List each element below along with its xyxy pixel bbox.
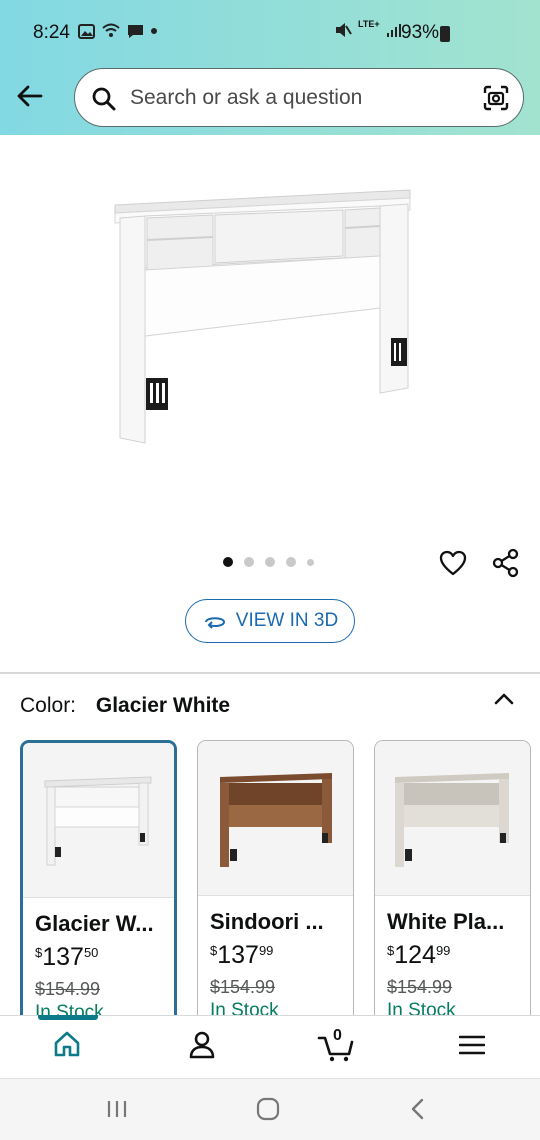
search-icon — [92, 87, 116, 111]
app-header: 8:24 LTE+ 93% Search or ask a question — [0, 0, 540, 135]
price-symbol: $ — [387, 943, 395, 958]
gallery-pagination — [223, 557, 314, 567]
color-option-card[interactable]: Sindoori ... $13799 $154.99 In Stock — [197, 740, 354, 1030]
active-tab-indicator — [38, 1015, 98, 1020]
heart-icon[interactable] — [439, 549, 467, 577]
rotate-3d-icon — [204, 617, 225, 629]
gallery-dot[interactable] — [286, 557, 296, 567]
color-option-price: $12499 — [387, 941, 450, 970]
camera-scan-icon[interactable] — [483, 85, 509, 111]
battery-level: 93% — [401, 22, 440, 43]
home-button-icon[interactable] — [256, 1097, 280, 1121]
headboard-thumbnail-image — [395, 773, 509, 867]
menu-icon[interactable] — [459, 1035, 485, 1055]
price-fraction: 50 — [83, 945, 99, 960]
price-whole: 137 — [217, 941, 259, 969]
system-navigation-bar — [0, 1078, 540, 1140]
view-in-3d-button[interactable]: VIEW IN 3D — [185, 599, 355, 643]
view-in-3d-label: VIEW IN 3D — [235, 610, 339, 631]
color-option-thumbnail — [198, 741, 353, 896]
color-option-name: Glacier W... — [35, 911, 154, 936]
price-fraction: 99 — [435, 943, 451, 958]
selected-color: Glacier White — [95, 694, 231, 717]
gallery-dot[interactable] — [244, 557, 254, 567]
list-price: $154.99 — [210, 977, 276, 997]
status-time: 8:24 — [33, 22, 70, 43]
headboard-thumbnail-image — [220, 773, 332, 867]
chevron-up-icon[interactable] — [493, 688, 515, 710]
color-option-thumbnail — [375, 741, 530, 896]
gallery-dot[interactable] — [265, 557, 275, 567]
color-option-price: $13750 — [35, 943, 98, 972]
recent-apps-icon[interactable] — [106, 1099, 128, 1119]
message-notification-icon — [128, 25, 143, 38]
home-icon[interactable] — [53, 1030, 81, 1058]
gallery-dot[interactable] — [223, 557, 233, 567]
system-icons: LTE+ — [334, 19, 402, 39]
back-nav-icon[interactable] — [410, 1098, 426, 1120]
price-whole: 124 — [394, 941, 436, 969]
status-bar: 8:24 LTE+ 93% — [0, 18, 540, 50]
list-price: $154.99 — [35, 979, 101, 999]
color-option-card[interactable]: Glacier W... $13750 $154.99 In Stock — [20, 740, 177, 1030]
price-whole: 137 — [42, 943, 84, 971]
color-option-name: White Pla... — [387, 909, 505, 934]
color-label: Color: — [20, 694, 77, 717]
gallery-dot[interactable] — [307, 558, 314, 566]
network-type: LTE+ — [358, 19, 380, 29]
back-arrow-icon[interactable] — [14, 81, 44, 111]
mute-icon — [336, 23, 352, 37]
notification-icons — [78, 23, 158, 39]
price-fraction: 99 — [258, 943, 274, 958]
gallery-notification-icon — [78, 23, 95, 39]
list-price: $154.99 — [387, 977, 453, 997]
wifi-calling-icon — [102, 23, 120, 37]
headboard-thumbnail-image — [44, 776, 152, 866]
battery-icon — [440, 26, 450, 42]
more-notifications-icon — [151, 28, 157, 34]
color-option-card[interactable]: White Pla... $12499 $154.99 In Stock — [374, 740, 531, 1030]
search-bar[interactable]: Search or ask a question — [74, 68, 524, 127]
section-divider — [0, 672, 540, 674]
color-selector-header[interactable]: Color: Glacier White — [20, 694, 230, 718]
price-symbol: $ — [35, 945, 43, 960]
price-symbol: $ — [210, 943, 218, 958]
cart-count-badge: 0 — [333, 1027, 342, 1044]
color-option-name: Sindoori ... — [210, 909, 324, 934]
share-icon[interactable] — [491, 548, 521, 578]
color-option-thumbnail — [23, 743, 174, 898]
color-option-price: $13799 — [210, 941, 273, 970]
account-icon[interactable] — [188, 1030, 216, 1060]
search-input[interactable]: Search or ask a question — [130, 86, 362, 110]
product-image[interactable] — [80, 148, 460, 528]
signal-icon — [386, 24, 401, 37]
